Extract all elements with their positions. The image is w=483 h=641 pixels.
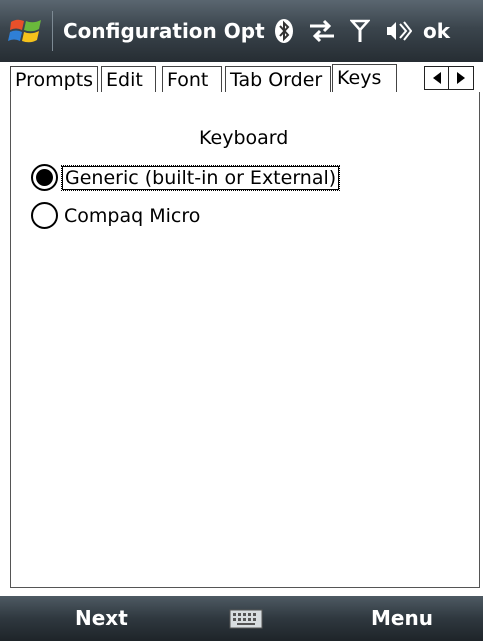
window-title: Configuration Opti [63,19,265,43]
ok-button[interactable]: ok [423,19,450,43]
next-softkey[interactable]: Next [75,606,128,630]
radio-option-generic[interactable]: Generic (built-in or External) [31,164,341,191]
radio-dot [36,169,53,186]
tab-keys[interactable]: Keys [332,64,397,94]
tab-prompts[interactable]: Prompts [10,66,98,93]
keyboard-icon[interactable] [229,609,263,633]
title-bar: Configuration Opti ok [0,0,483,62]
start-button[interactable] [0,0,52,62]
tab-font[interactable]: Font [162,66,222,93]
tab-scroll-arrows [424,66,476,90]
radio-label-generic[interactable]: Generic (built-in or External) [60,164,341,191]
bluetooth-icon[interactable] [265,0,303,62]
triangle-right-icon [457,72,465,84]
connectivity-icon[interactable] [303,0,341,62]
radio-button-unselected[interactable] [31,202,58,229]
softkey-bar: Next Menu [0,596,483,641]
signal-icon[interactable] [341,0,379,62]
menu-softkey[interactable]: Menu [371,606,433,630]
title-separator [52,11,53,51]
status-icons: ok [265,0,450,62]
radio-label-compaq[interactable]: Compaq Micro [62,205,202,227]
radio-option-compaq[interactable]: Compaq Micro [31,202,202,229]
tab-scroll-left-button[interactable] [424,66,449,90]
volume-icon[interactable] [379,0,417,62]
tab-scroll-right-button[interactable] [449,66,474,90]
windows-start-icon [8,19,41,43]
keyboard-group-label: Keyboard [199,127,289,149]
keys-panel: Keyboard Generic (built-in or External) … [10,92,480,588]
tab-tab-order[interactable]: Tab Order [225,66,331,93]
radio-button-selected[interactable] [31,164,58,191]
tab-edit[interactable]: Edit [101,66,156,93]
triangle-left-icon [432,72,441,84]
